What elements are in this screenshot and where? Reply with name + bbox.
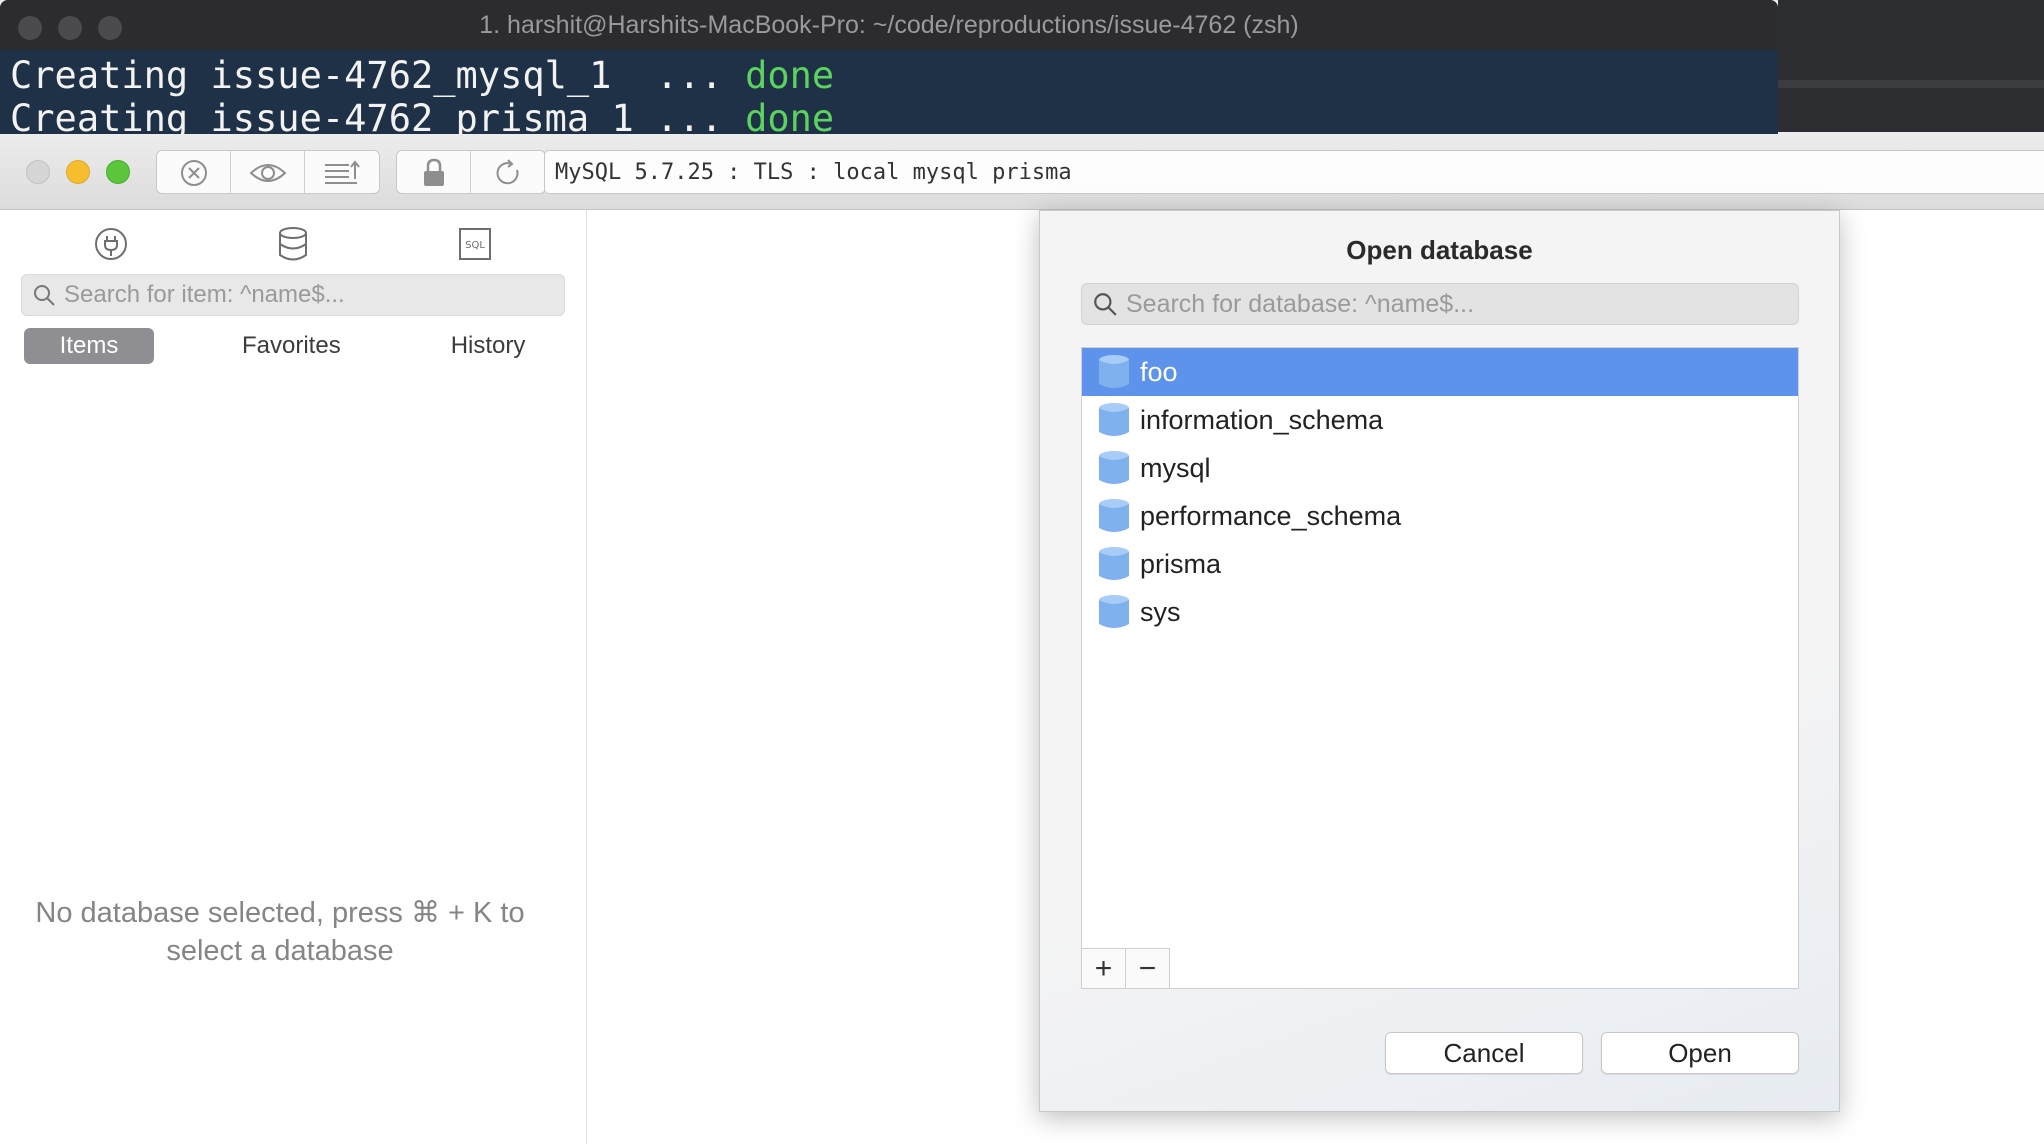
terminal-title: 1. harshit@Harshits-MacBook-Pro: ~/code/… <box>479 10 1299 39</box>
database-icon <box>279 227 307 261</box>
refresh-button[interactable] <box>471 151 545 193</box>
svg-text:SQL: SQL <box>465 240 485 251</box>
list-controls: + − <box>1082 948 1170 988</box>
tab-items[interactable]: Items <box>24 328 154 364</box>
terminal-zoom-button[interactable] <box>98 16 122 40</box>
export-button[interactable] <box>305 151 379 193</box>
open-database-dialog: Open database foo information_schema mys… <box>1039 210 1840 1112</box>
export-lines-icon <box>325 160 360 184</box>
window-controls <box>26 160 130 184</box>
database-icon <box>1099 547 1129 580</box>
database-name: mysql <box>1140 452 1211 483</box>
sidebar-tabs: Items Favorites History <box>24 328 562 364</box>
circle-x-icon <box>180 160 207 186</box>
database-icon <box>1099 451 1129 484</box>
sidebar-search-field[interactable] <box>21 274 565 316</box>
add-database-button[interactable]: + <box>1082 948 1126 988</box>
minimize-button[interactable] <box>66 160 90 184</box>
database-tab[interactable] <box>263 222 323 266</box>
remove-database-button[interactable]: − <box>1126 948 1170 988</box>
database-name: foo <box>1140 356 1178 387</box>
terminal-output[interactable]: Creating issue-4762_mysql_1 ... done Crea… <box>0 50 1778 140</box>
database-name: performance_schema <box>1140 500 1402 531</box>
connection-info: MySQL 5.7.25 : TLS : local mysql prisma <box>544 150 2044 194</box>
database-icon <box>1099 403 1129 436</box>
toolbar: MySQL 5.7.25 : TLS : local mysql prisma <box>0 134 2044 210</box>
database-icon <box>1099 595 1129 628</box>
database-icon <box>1099 499 1129 532</box>
database-item-performance-schema[interactable]: performance_schema <box>1082 492 1798 540</box>
database-item-foo[interactable]: foo <box>1082 348 1798 396</box>
sidebar-empty-message: No database selected, press ⌘ + K to sel… <box>35 897 525 967</box>
database-search-input[interactable] <box>1126 289 1798 319</box>
search-icon <box>34 285 55 306</box>
refresh-icon <box>496 159 519 185</box>
show-hide-button[interactable] <box>231 151 305 193</box>
sidebar: SQL Items Favorites History No database … <box>0 210 587 1144</box>
eye-icon <box>249 164 286 182</box>
toolbar-button-group <box>156 150 380 194</box>
tab-history[interactable]: History <box>451 332 526 360</box>
sql-tab[interactable]: SQL <box>445 222 505 266</box>
cancel-query-button[interactable] <box>157 151 231 193</box>
sql-icon: SQL <box>459 228 491 260</box>
sidebar-search-input[interactable] <box>64 281 564 309</box>
tab-favorites[interactable]: Favorites <box>242 332 341 360</box>
database-item-information-schema[interactable]: information_schema <box>1082 396 1798 444</box>
database-name: prisma <box>1140 548 1222 579</box>
sidebar-icon-bar: SQL <box>0 210 586 266</box>
terminal-window: 1. harshit@Harshits-MacBook-Pro: ~/code/… <box>0 0 1778 140</box>
database-search-field[interactable] <box>1081 283 1799 325</box>
zoom-button[interactable] <box>106 160 130 184</box>
database-item-sys[interactable]: sys <box>1082 588 1798 636</box>
terminal-minimize-button[interactable] <box>58 16 82 40</box>
background-window-edge <box>1778 80 2044 88</box>
open-button[interactable]: Open <box>1601 1032 1799 1074</box>
database-item-mysql[interactable]: mysql <box>1082 444 1798 492</box>
database-name: sys <box>1140 596 1181 627</box>
terminal-line: Creating issue-4762_mysql_1 ... done <box>10 54 835 97</box>
desktop-background <box>1778 0 2044 132</box>
toolbar-button-group-2 <box>396 150 546 194</box>
connection-tab[interactable] <box>81 222 141 266</box>
database-icon <box>1099 355 1129 388</box>
lock-button[interactable] <box>397 151 471 193</box>
terminal-window-controls <box>18 16 122 40</box>
terminal-titlebar[interactable]: 1. harshit@Harshits-MacBook-Pro: ~/code/… <box>0 0 1778 50</box>
plug-icon <box>95 228 127 260</box>
cancel-button[interactable]: Cancel <box>1385 1032 1583 1074</box>
database-list[interactable]: foo information_schema mysql performance… <box>1081 347 1799 989</box>
database-item-prisma[interactable]: prisma <box>1082 540 1798 588</box>
dialog-title: Open database <box>1346 235 1533 265</box>
database-name: information_schema <box>1140 404 1384 435</box>
lock-icon <box>423 158 444 186</box>
close-button[interactable] <box>26 160 50 184</box>
terminal-close-button[interactable] <box>18 16 42 40</box>
search-icon <box>1094 293 1117 316</box>
